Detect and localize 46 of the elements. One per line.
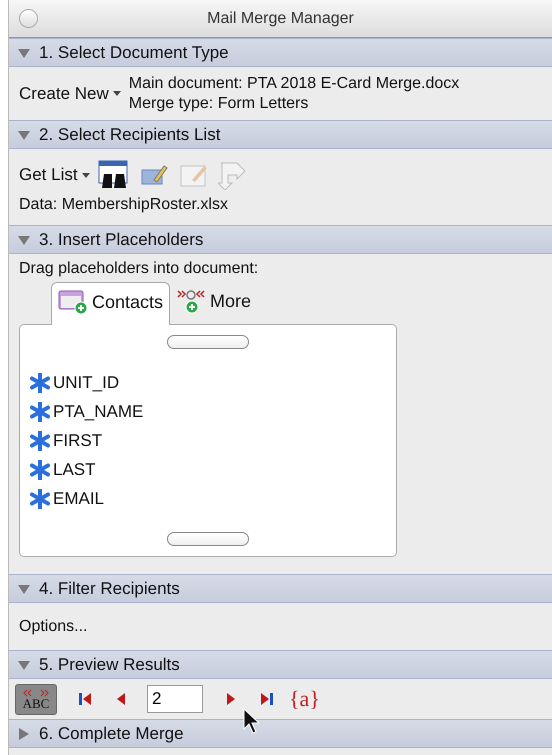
first-record-icon[interactable] — [77, 691, 93, 707]
scroll-up-button[interactable] — [167, 335, 249, 349]
placeholder-item[interactable]: LAST — [30, 460, 386, 480]
options-link[interactable]: Options... — [19, 618, 88, 636]
placeholder-item[interactable]: PTA_NAME — [30, 402, 386, 422]
section-header[interactable]: 3. Insert Placeholders — [9, 225, 552, 254]
placeholder-add-icon — [176, 288, 206, 314]
disclosure-triangle-icon[interactable] — [17, 128, 31, 140]
placeholder-item[interactable]: UNIT_ID — [30, 372, 386, 392]
window-title: Mail Merge Manager — [206, 10, 355, 28]
disclosure-triangle-icon[interactable] — [17, 658, 31, 670]
section-header[interactable]: 5. Preview Results — [9, 650, 552, 679]
section-header[interactable]: 4. Filter Recipients — [9, 574, 552, 603]
asterisk-icon — [30, 430, 50, 450]
scroll-down-button[interactable] — [167, 532, 249, 546]
disclosure-triangle-icon[interactable] — [17, 728, 31, 740]
placeholder-item[interactable]: FIRST — [30, 430, 386, 450]
mouse-cursor-icon — [243, 708, 259, 734]
record-number-field[interactable]: 2 — [147, 685, 203, 713]
asterisk-icon — [30, 372, 50, 392]
placeholder-tab[interactable]: Contacts — [51, 282, 170, 325]
caret-icon — [112, 91, 121, 96]
merge-info-text: Main document: PTA 2018 E-Card Merge.docx — [128, 74, 460, 94]
create-new-menu[interactable]: Create New — [19, 84, 121, 104]
get-list-menu[interactable]: Get List — [19, 165, 90, 185]
last-record-icon[interactable] — [259, 691, 275, 707]
asterisk-icon — [30, 488, 50, 508]
view-merged-data-button[interactable]: ABC — [15, 684, 57, 714]
placeholder-tab[interactable]: More — [170, 282, 258, 324]
close-button[interactable] — [19, 9, 38, 28]
section-header[interactable]: 6. Complete Merge — [9, 719, 552, 748]
disclosure-triangle-icon[interactable] — [17, 582, 31, 594]
asterisk-icon — [30, 402, 50, 422]
field-codes-button[interactable]: {a} — [289, 686, 320, 712]
section-header[interactable]: 2. Select Recipients List — [9, 120, 552, 149]
contact-card-icon — [58, 289, 88, 315]
chevrons-icon — [23, 688, 49, 696]
placeholder-item[interactable]: EMAIL — [30, 488, 386, 508]
section-header[interactable]: 1. Select Document Type — [9, 38, 552, 67]
merge-info-text: Merge type: Form Letters — [128, 94, 310, 114]
asterisk-icon — [30, 460, 50, 480]
disclosure-triangle-icon[interactable] — [17, 46, 31, 58]
caret-icon — [82, 172, 90, 178]
disclosure-triangle-icon[interactable] — [17, 234, 31, 246]
data-source-text: Data: MembershipRoster.xlsx — [19, 196, 229, 214]
instruction-text: Drag placeholders into document: — [19, 260, 258, 277]
